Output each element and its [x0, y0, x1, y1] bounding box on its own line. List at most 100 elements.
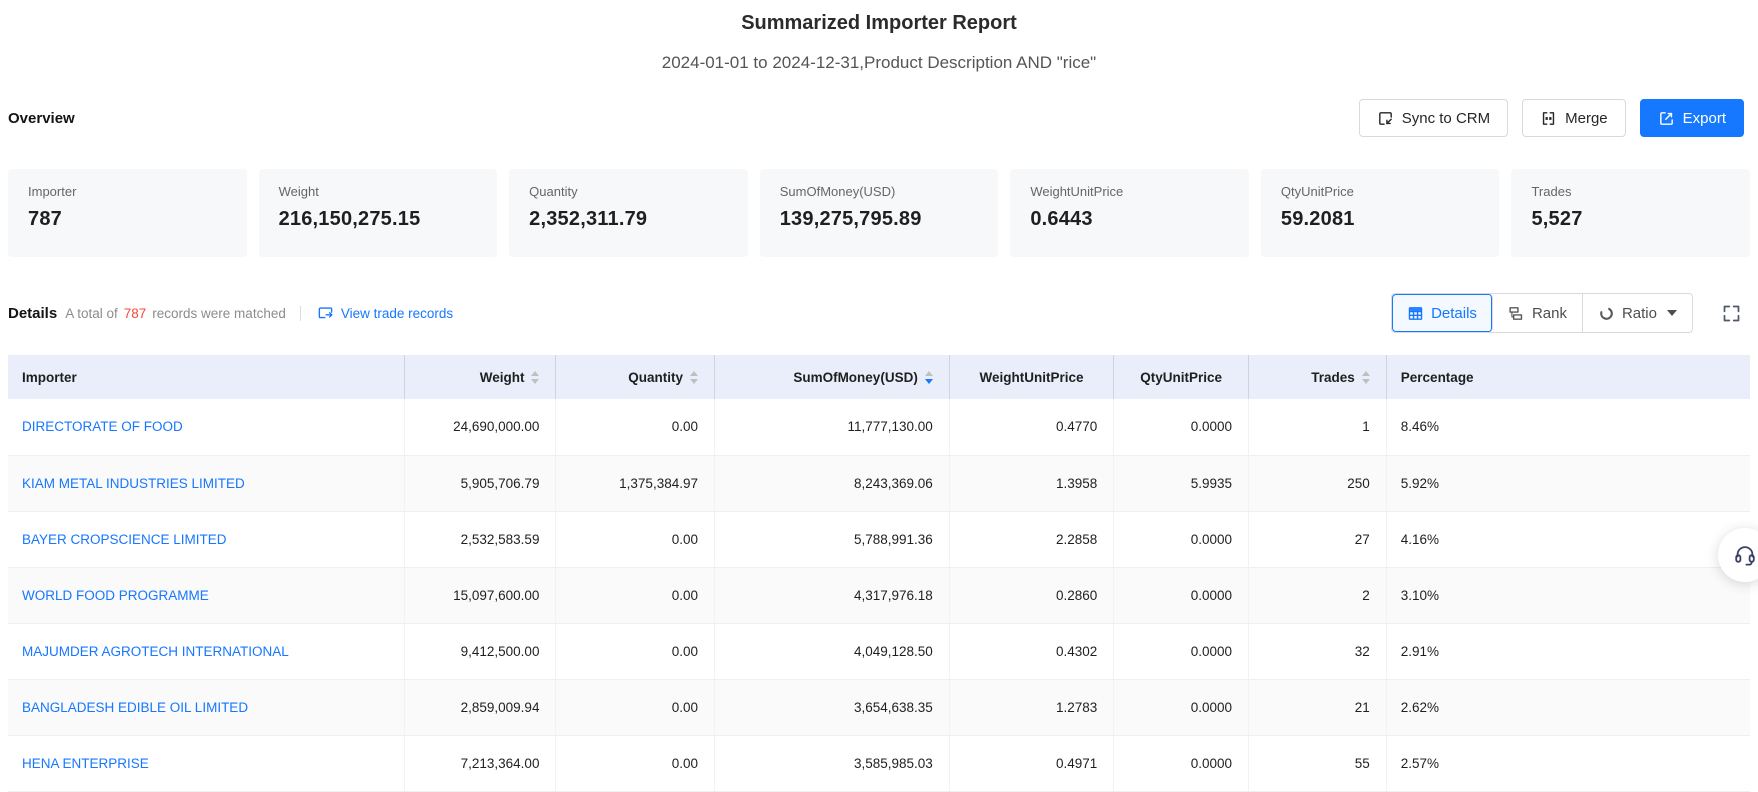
cell-trades: 55 — [1249, 735, 1387, 791]
column-header-importer: Importer — [8, 355, 404, 399]
importer-link[interactable]: WORLD FOOD PROGRAMME — [22, 588, 209, 603]
table-body: DIRECTORATE OF FOOD24,690,000.000.0011,7… — [8, 399, 1750, 791]
tab-ratio[interactable]: Ratio — [1583, 294, 1692, 332]
cell-weight_unit_price: 2.2858 — [949, 511, 1113, 567]
cell-sum_of_money_usd: 4,049,128.50 — [714, 623, 949, 679]
caret-up-down-icon — [1362, 371, 1370, 384]
cell-weight: 15,097,600.00 — [404, 567, 556, 623]
cell-trades: 2 — [1249, 567, 1387, 623]
sort-asc-caret — [925, 371, 933, 376]
importer-link[interactable]: MAJUMDER AGROTECH INTERNATIONAL — [22, 644, 289, 659]
tab-details-label: Details — [1431, 305, 1477, 322]
box-arrow-in-icon — [1377, 110, 1394, 127]
column-header-label: WeightUnitPrice — [980, 370, 1084, 385]
summarized-importer-report-page: Summarized Importer Report 2024-01-01 to… — [0, 0, 1758, 792]
cell-quantity: 0.00 — [556, 511, 715, 567]
table-grid-icon — [1407, 305, 1424, 322]
cell-sum_of_money_usd: 8,243,369.06 — [714, 455, 949, 511]
column-header-inner: Percentage — [1387, 370, 1750, 385]
cell-quantity: 1,375,384.97 — [556, 455, 715, 511]
card-label: WeightUnitPrice — [1030, 184, 1229, 199]
export-label: Export — [1683, 110, 1726, 127]
cell-quantity: 0.00 — [556, 567, 715, 623]
window-arrow-icon — [317, 306, 334, 321]
cell-trades: 32 — [1249, 623, 1387, 679]
sort-asc-caret — [690, 371, 698, 376]
card-label: Weight — [279, 184, 478, 199]
column-header-label: Weight — [480, 370, 525, 385]
column-header-label: Quantity — [628, 370, 683, 385]
column-header-trades[interactable]: Trades — [1249, 355, 1387, 399]
column-header-inner: Trades — [1249, 370, 1386, 385]
headset-icon — [1733, 543, 1757, 567]
sort-desc-caret — [1362, 379, 1370, 384]
importer-link[interactable]: BANGLADESH EDIBLE OIL LIMITED — [22, 700, 248, 715]
tab-rank[interactable]: Rank — [1493, 294, 1583, 332]
cell-importer: BANGLADESH EDIBLE OIL LIMITED — [8, 679, 404, 735]
rank-bars-icon — [1508, 305, 1525, 322]
cell-weight_unit_price: 1.3958 — [949, 455, 1113, 511]
tab-details[interactable]: Details — [1392, 294, 1493, 332]
cell-qty_unit_price: 0.0000 — [1114, 511, 1249, 567]
details-bar: Details A total of 787 records were matc… — [8, 293, 1750, 333]
caret-up-down-icon — [925, 371, 933, 384]
importer-link[interactable]: KIAM METAL INDUSTRIES LIMITED — [22, 476, 245, 491]
cell-trades: 1 — [1249, 399, 1387, 455]
donut-chart-icon — [1598, 305, 1615, 322]
column-header-inner: Weight — [405, 370, 556, 385]
column-header-label: Importer — [22, 370, 77, 385]
column-header-inner: WeightUnitPrice — [950, 370, 1113, 385]
overview-toolbar: Overview Sync to CRM — [8, 98, 1750, 138]
card-value: 787 — [28, 208, 227, 231]
cell-qty_unit_price: 5.9935 — [1114, 455, 1249, 511]
view-trade-records-link[interactable]: View trade records — [317, 306, 453, 321]
caret-down-icon — [1667, 310, 1677, 316]
card-label: Quantity — [529, 184, 728, 199]
table-row: BAYER CROPSCIENCE LIMITED2,532,583.590.0… — [8, 511, 1750, 567]
tab-rank-label: Rank — [1532, 305, 1567, 322]
sort-desc-caret — [925, 379, 933, 384]
cell-importer: HENA ENTERPRISE — [8, 735, 404, 791]
importer-link[interactable]: HENA ENTERPRISE — [22, 756, 149, 771]
cell-quantity: 0.00 — [556, 679, 715, 735]
toolbar-buttons: Sync to CRM Merge — [1359, 99, 1744, 137]
cell-qty_unit_price: 0.0000 — [1114, 399, 1249, 455]
box-arrow-out-icon — [1658, 110, 1675, 127]
summary-suffix: records were matched — [152, 306, 286, 321]
sync-to-crm-label: Sync to CRM — [1402, 110, 1490, 127]
overview-card-weightunitprice: WeightUnitPrice 0.6443 — [1010, 169, 1249, 257]
tab-ratio-label: Ratio — [1622, 305, 1657, 322]
sync-to-crm-button[interactable]: Sync to CRM — [1359, 99, 1508, 137]
page-title: Summarized Importer Report — [8, 0, 1750, 35]
column-header-weight[interactable]: Weight — [404, 355, 556, 399]
cell-qty_unit_price: 0.0000 — [1114, 735, 1249, 791]
export-button[interactable]: Export — [1640, 99, 1744, 137]
cell-weight_unit_price: 1.2783 — [949, 679, 1113, 735]
caret-up-down-icon — [690, 371, 698, 384]
cell-weight_unit_price: 0.4302 — [949, 623, 1113, 679]
merge-panels-icon — [1540, 110, 1557, 127]
cell-weight: 2,859,009.94 — [404, 679, 556, 735]
cell-weight: 5,905,706.79 — [404, 455, 556, 511]
column-header-label: Percentage — [1401, 370, 1474, 385]
card-value: 139,275,795.89 — [780, 208, 979, 231]
cell-percentage: 8.46% — [1386, 399, 1750, 455]
card-value: 0.6443 — [1030, 208, 1229, 231]
merge-label: Merge — [1565, 110, 1608, 127]
column-header-weight_unit_price: WeightUnitPrice — [949, 355, 1113, 399]
fullscreen-button[interactable] — [1721, 303, 1742, 324]
cell-trades: 21 — [1249, 679, 1387, 735]
importer-link[interactable]: BAYER CROPSCIENCE LIMITED — [22, 532, 227, 547]
matched-records-count: 787 — [124, 306, 147, 321]
cell-weight_unit_price: 0.4971 — [949, 735, 1113, 791]
table-row: MAJUMDER AGROTECH INTERNATIONAL9,412,500… — [8, 623, 1750, 679]
cell-percentage: 4.16% — [1386, 511, 1750, 567]
merge-button[interactable]: Merge — [1522, 99, 1626, 137]
cell-percentage: 5.92% — [1386, 455, 1750, 511]
column-header-quantity[interactable]: Quantity — [556, 355, 715, 399]
importer-link[interactable]: DIRECTORATE OF FOOD — [22, 419, 183, 434]
cell-qty_unit_price: 0.0000 — [1114, 679, 1249, 735]
card-label: SumOfMoney(USD) — [780, 184, 979, 199]
column-header-sum_of_money_usd[interactable]: SumOfMoney(USD) — [714, 355, 949, 399]
cell-sum_of_money_usd: 3,585,985.03 — [714, 735, 949, 791]
